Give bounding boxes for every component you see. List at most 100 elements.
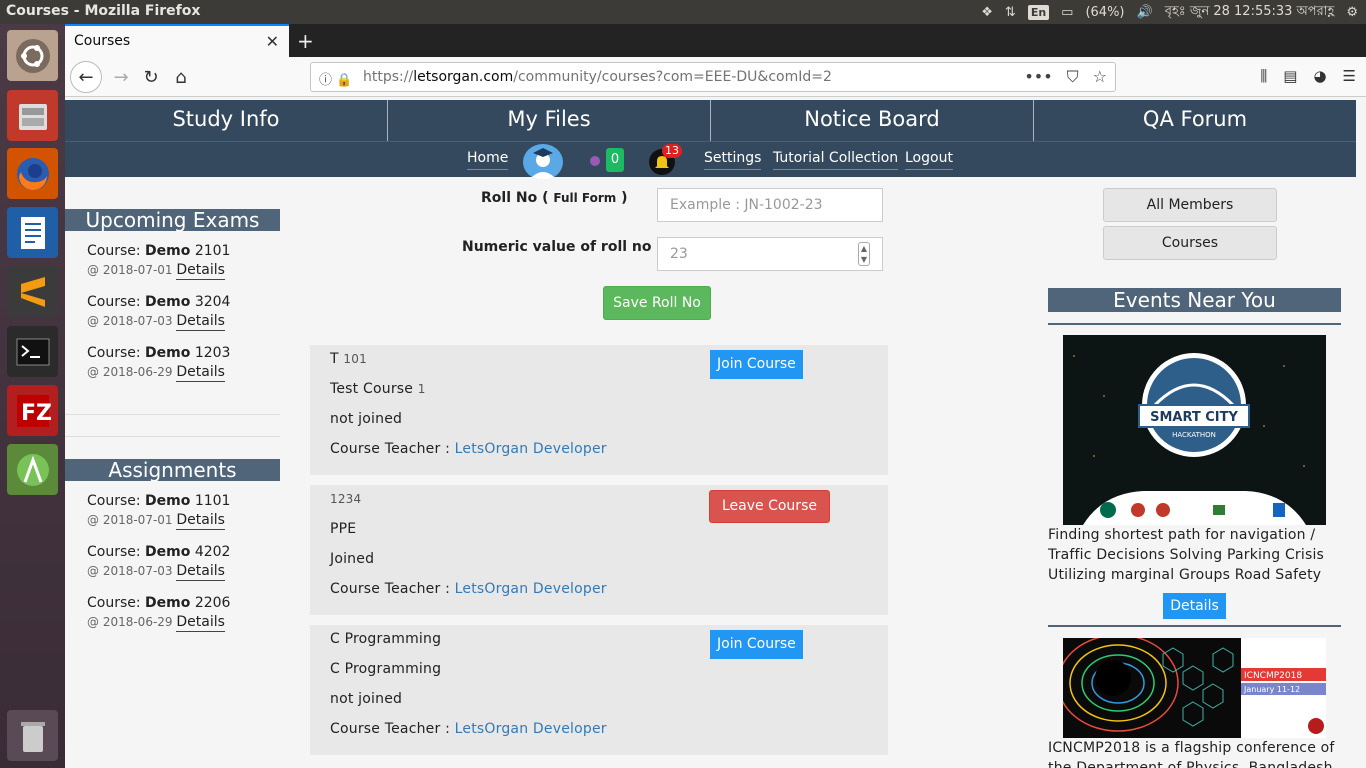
nav-settings[interactable]: Settings — [704, 150, 762, 170]
exam-item: Course: Demo 3204 @ 2018-07-03 Details — [87, 294, 231, 331]
nav-logout[interactable]: Logout — [905, 150, 953, 170]
join-course-button[interactable]: Join Course — [710, 350, 803, 379]
battery-icon[interactable]: ▭ — [1061, 5, 1073, 20]
assignment-item: Course: Demo 2206 @ 2018-06-29 Details — [87, 595, 231, 632]
course-teacher: Course Teacher : LetsOrgan Developer — [330, 441, 607, 457]
course-title: PPE — [330, 521, 357, 537]
nav-home[interactable]: Home — [467, 150, 509, 170]
tab-label: Courses — [74, 33, 131, 49]
exam-details-link[interactable]: Details — [176, 262, 225, 280]
exam-item: Course: Demo 1203 @ 2018-06-29 Details — [87, 345, 231, 382]
bookmark-star-icon[interactable]: ☆ — [1093, 67, 1107, 87]
reload-icon[interactable]: ↻ — [137, 63, 165, 91]
battery-percent[interactable]: (64%) — [1085, 5, 1124, 20]
url-bar[interactable]: ⓘ 🔒 https://letsorgan.com/community/cour… — [310, 62, 1116, 92]
exam-item: Course: Demo 2101 @ 2018-07-01 Details — [87, 243, 231, 280]
roll-no-label: Roll No ( Full Form ) — [481, 190, 628, 206]
upcoming-exams-heading: Upcoming Exams — [65, 209, 280, 232]
event-image-smart-city[interactable]: SMART CITY HACKATHON — [1063, 335, 1326, 525]
event1-details-button[interactable]: Details — [1163, 593, 1226, 619]
pocket-icon[interactable]: ⛉ — [1067, 67, 1079, 87]
clock[interactable]: বৃহঃ জুন 28 12:55:33 অপরাহ্ণ — [1165, 2, 1335, 23]
firefox-icon[interactable] — [7, 148, 58, 199]
network-icon[interactable]: ⇅ — [1005, 5, 1016, 20]
user-avatar[interactable] — [523, 144, 563, 180]
filezilla-icon[interactable]: FZ — [7, 385, 58, 436]
forward-icon[interactable]: → — [107, 63, 135, 91]
new-tab-icon[interactable]: + — [297, 29, 314, 53]
extension-icon[interactable]: ◕ — [1313, 67, 1326, 85]
all-members-button[interactable]: All Members — [1103, 188, 1277, 222]
teacher-link[interactable]: LetsOrgan Developer — [455, 581, 607, 597]
event-image-icncmp[interactable]: ICNCMP2018 January 11-12 — [1063, 638, 1326, 738]
assignment-item: Course: Demo 4202 @ 2018-07-03 Details — [87, 544, 231, 581]
nav-qa-forum[interactable]: QA Forum — [1034, 100, 1356, 141]
course-code: 1234 — [330, 492, 362, 506]
terminal-icon[interactable] — [7, 326, 58, 377]
sidebar-icon[interactable]: ▤ — [1283, 67, 1297, 85]
courses-button[interactable]: Courses — [1103, 226, 1277, 260]
course-card: C Programming C Programming not joined C… — [310, 625, 888, 755]
url-text[interactable]: https://letsorgan.com/community/courses?… — [363, 69, 832, 85]
assignment-item: Course: Demo 1101 @ 2018-07-01 Details — [87, 493, 231, 530]
writer-icon[interactable] — [7, 207, 58, 258]
browser-tab-bar: Courses ✕ + — [65, 24, 1366, 57]
menu-icon[interactable]: ☰ — [1343, 67, 1356, 85]
main-nav: Study Info My Files Notice Board QA Foru… — [65, 97, 1356, 141]
tab-courses[interactable]: Courses ✕ — [65, 24, 289, 57]
dropbox-icon[interactable]: ❖ — [981, 5, 993, 20]
close-tab-icon[interactable]: ✕ — [266, 32, 279, 51]
divider — [1048, 323, 1341, 325]
android-studio-icon[interactable] — [7, 444, 58, 495]
files-icon[interactable] — [7, 90, 58, 141]
browser-nav-bar: ← → ↻ ⌂ ⓘ 🔒 https://letsorgan.com/commun… — [65, 57, 1366, 97]
ubuntu-dash-icon[interactable] — [7, 30, 58, 81]
notification-count-badge[interactable]: 13 — [662, 144, 682, 158]
volume-icon[interactable]: 🔊 — [1137, 5, 1153, 20]
nav-notice-board[interactable]: Notice Board — [711, 100, 1034, 141]
page-actions-icon[interactable]: ••• — [1024, 67, 1052, 87]
keyboard-layout-indicator[interactable]: En — [1027, 5, 1050, 20]
divider — [1048, 625, 1341, 627]
nav-my-files[interactable]: My Files — [388, 100, 711, 141]
site-info-lock-icon[interactable]: ⓘ 🔒 — [319, 69, 352, 88]
course-teacher: Course Teacher : LetsOrgan Developer — [330, 581, 607, 597]
trash-icon[interactable] — [7, 710, 58, 761]
numeric-roll-label: Numeric value of roll no — [462, 239, 652, 255]
course-code: T 101 — [330, 351, 367, 367]
course-code: C Programming — [330, 631, 442, 647]
teacher-link[interactable]: LetsOrgan Developer — [455, 721, 607, 737]
library-icon[interactable]: ⫼ — [1260, 67, 1267, 85]
sublime-icon[interactable] — [7, 266, 58, 317]
os-top-bar: Courses - Mozilla Firefox ❖ ⇅ En ▭ (64%)… — [0, 0, 1366, 24]
assignment-details-link[interactable]: Details — [176, 614, 225, 632]
number-spinner[interactable]: ▲ ▼ — [858, 242, 870, 266]
assignment-details-link[interactable]: Details — [176, 563, 225, 581]
message-count-badge[interactable]: 0 — [606, 148, 624, 172]
course-status: not joined — [330, 691, 403, 707]
home-icon[interactable]: ⌂ — [167, 63, 195, 91]
svg-text:FZ: FZ — [21, 401, 52, 426]
nav-tutorial-collection[interactable]: Tutorial Collection — [773, 150, 899, 170]
course-status: not joined — [330, 411, 403, 427]
back-icon[interactable]: ← — [70, 61, 102, 93]
course-card: 1234 PPE Joined Course Teacher : LetsOrg… — [310, 485, 888, 615]
course-status: Joined — [330, 551, 375, 567]
divider — [65, 436, 280, 437]
event1-description: Finding shortest path for navigation / T… — [1048, 527, 1325, 583]
divider — [65, 414, 280, 415]
teacher-link[interactable]: LetsOrgan Developer — [455, 441, 607, 457]
join-course-button[interactable]: Join Course — [710, 630, 803, 659]
exam-details-link[interactable]: Details — [176, 313, 225, 331]
assignment-details-link[interactable]: Details — [176, 512, 225, 530]
power-gear-icon[interactable]: ⚙ — [1346, 5, 1358, 20]
roll-no-input[interactable]: Example : JN-1002-23 — [657, 188, 883, 222]
leave-course-button[interactable]: Leave Course — [709, 490, 830, 523]
exam-details-link[interactable]: Details — [176, 364, 225, 382]
nav-study-info[interactable]: Study Info — [65, 100, 388, 141]
svg-text:HACKATHON: HACKATHON — [1172, 431, 1216, 439]
svg-text:ICNCMP2018: ICNCMP2018 — [1244, 671, 1302, 681]
course-title: C Programming — [330, 661, 442, 677]
save-roll-no-button[interactable]: Save Roll No — [603, 286, 711, 320]
numeric-roll-input[interactable]: 23 ▲ ▼ — [657, 237, 883, 271]
